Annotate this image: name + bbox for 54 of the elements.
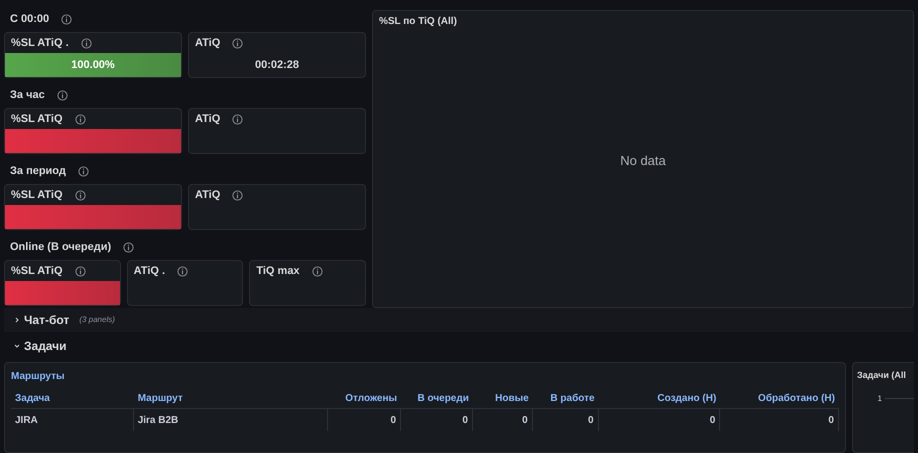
info-icon: [74, 266, 86, 276]
column-header[interactable]: Задача: [11, 391, 134, 406]
table-cell: 0: [401, 409, 473, 431]
panel-title: Маршруты: [11, 370, 66, 384]
panel-title: %SL ATiQ: [11, 264, 63, 279]
chevron-right-icon: [14, 317, 20, 323]
stat-value: 00:02:28: [254, 58, 300, 73]
stat-value: 100.00%: [71, 58, 115, 73]
group-heading: С 00:00: [10, 12, 50, 27]
info-icon: [312, 266, 323, 276]
panel-title: ATiQ .: [134, 264, 166, 279]
column-header[interactable]: Маршрут: [134, 391, 328, 406]
group-heading: За час: [10, 88, 45, 103]
info-icon: [232, 38, 244, 48]
info-icon: [232, 114, 244, 124]
info-icon: [123, 242, 134, 252]
table-cell: 0: [472, 409, 533, 431]
no-data-message: No data: [620, 152, 666, 170]
panel-title: %SL ATiQ .: [11, 36, 69, 51]
table-cell: 0: [328, 409, 402, 431]
chevron-down-icon: [14, 343, 20, 349]
panel-title: ATiQ: [195, 36, 220, 51]
info-icon: [80, 38, 92, 48]
axis-tick-label: 1: [876, 392, 883, 404]
column-header[interactable]: В работе: [532, 391, 599, 406]
column-header[interactable]: Обработано (Н): [720, 391, 839, 406]
column-header[interactable]: Создано (Н): [598, 391, 720, 406]
panel-title: %SL ATiQ: [11, 188, 63, 203]
table-cell: 0: [598, 409, 720, 431]
table-cell: 0: [720, 409, 839, 431]
info-icon: [74, 190, 86, 200]
group-heading: За период: [10, 164, 66, 179]
info-icon: [78, 166, 89, 176]
column-header[interactable]: Отложены: [328, 391, 402, 406]
column-header[interactable]: Новые: [472, 391, 533, 406]
info-icon: [74, 114, 86, 124]
row-header[interactable]: Задачи: [4, 334, 914, 358]
panel-title: %SL по TiQ (All): [378, 15, 458, 29]
panel-count: (3 panels): [79, 314, 115, 326]
group-heading: Online (В очереди): [10, 240, 112, 255]
panel-title: Задачи (All: [857, 369, 907, 382]
table-cell: 0: [532, 409, 599, 431]
panel-title: %SL ATiQ: [11, 112, 63, 127]
column-header[interactable]: В очереди: [401, 391, 473, 406]
info-icon: [232, 190, 244, 200]
panel-title: TiQ max: [256, 264, 300, 279]
row-header[interactable]: Чат-бот (3 panels): [4, 308, 914, 332]
table-cell: JIRA: [11, 409, 134, 431]
info-icon: [56, 90, 68, 100]
panel-title: ATiQ: [195, 188, 220, 203]
info-icon: [177, 266, 188, 276]
table-cell: Jira B2B: [134, 409, 328, 431]
panel-title: ATiQ: [195, 112, 220, 127]
info-icon: [61, 14, 72, 24]
